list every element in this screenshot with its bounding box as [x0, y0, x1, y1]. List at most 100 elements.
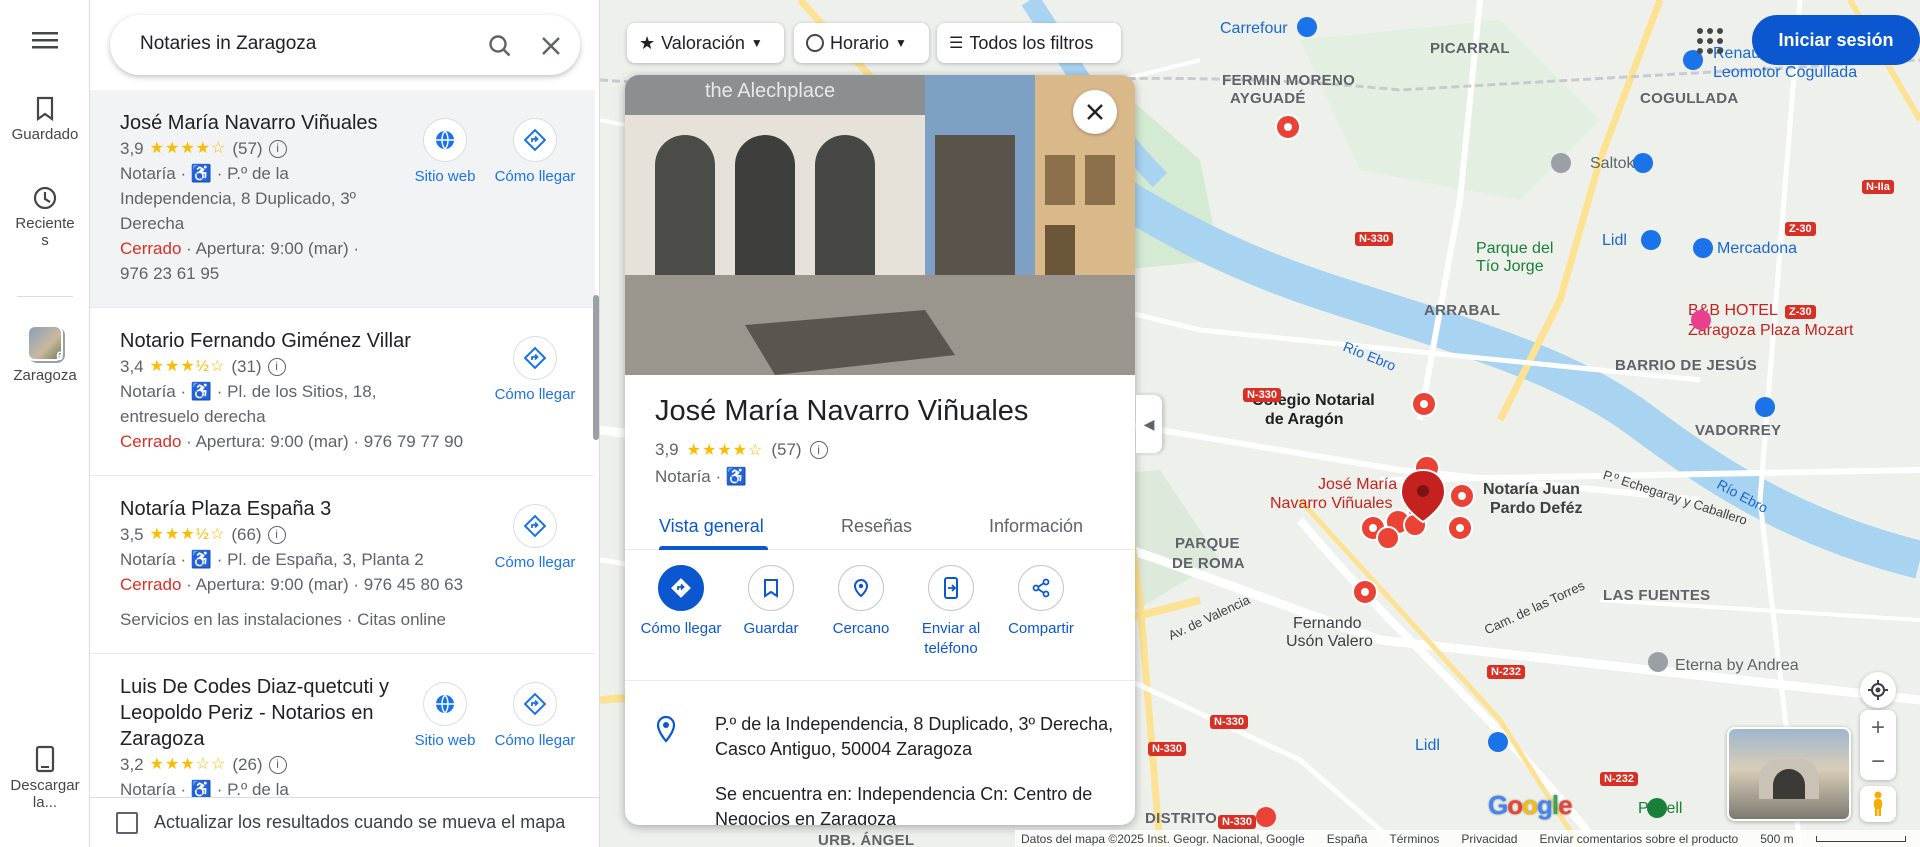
- result-name[interactable]: Notaría Plaza España 3: [120, 496, 390, 522]
- hours-filter-label: Horario: [830, 32, 890, 53]
- recent-button[interactable]: Reciente s: [0, 185, 90, 249]
- signin-button[interactable]: Iniciar sesión: [1752, 15, 1920, 65]
- poi-lidl-1[interactable]: Lidl: [1602, 232, 1627, 250]
- poi-saltoki[interactable]: Saltoki: [1590, 155, 1638, 173]
- privacy-link[interactable]: Privacidad: [1461, 832, 1517, 846]
- poi-renault-2[interactable]: Leomotor Cogullada: [1713, 64, 1857, 82]
- nearby-button[interactable]: Cercano: [811, 565, 911, 639]
- result-rating: 3,4: [120, 357, 144, 376]
- directions-button[interactable]: Cómo llegar: [490, 336, 580, 403]
- poi-fernando-2[interactable]: Usón Valero: [1286, 633, 1373, 651]
- tab-reviews[interactable]: Reseñas: [841, 516, 912, 537]
- download-app-button[interactable]: Descargar la...: [0, 745, 90, 811]
- poi-jose-1[interactable]: José María: [1318, 476, 1397, 494]
- search-input[interactable]: [140, 33, 440, 55]
- road-sign: Z-30: [1785, 305, 1816, 319]
- place-rating: 3,9: [655, 440, 679, 459]
- website-button[interactable]: Sitio web: [400, 118, 490, 185]
- update-checkbox[interactable]: [116, 811, 138, 834]
- place-review-count[interactable]: (57): [771, 440, 801, 460]
- poi-pardo-2[interactable]: Pardo Deféz: [1490, 500, 1582, 518]
- tab-about[interactable]: Información: [989, 516, 1083, 537]
- result-name[interactable]: Notario Fernando Giménez Villar: [120, 328, 450, 354]
- info-icon[interactable]: i: [809, 441, 828, 459]
- result-name[interactable]: José María Navarro Viñuales: [120, 110, 420, 136]
- place-photo[interactable]: the Alechplace: [625, 75, 1135, 375]
- map-label-cogullada: COGULLADA: [1640, 90, 1739, 107]
- poi-colegio-2[interactable]: de Aragón: [1265, 411, 1344, 429]
- poi-parque-tio-2[interactable]: Tío Jorge: [1476, 258, 1544, 276]
- recent-label-2: s: [41, 232, 49, 249]
- poi-lidl-2[interactable]: Lidl: [1415, 737, 1440, 755]
- result-services: Servicios en las instalaciones · Citas o…: [120, 610, 446, 629]
- tune-icon: ☰: [949, 35, 964, 52]
- map-label-arrabal: ARRABAL: [1424, 302, 1501, 319]
- place-address[interactable]: P.º de la Independencia, 8 Duplicado, 3º…: [715, 712, 1115, 762]
- info-icon[interactable]: i: [268, 755, 287, 774]
- map-label-distrito: DISTRITO: [1145, 810, 1218, 827]
- results-scrollbar[interactable]: [593, 295, 599, 440]
- directions-button[interactable]: Cómo llegar: [490, 504, 580, 571]
- zaragoza-label: Zaragoza: [13, 367, 77, 384]
- zoom-out-button[interactable]: −: [1871, 748, 1885, 776]
- info-icon[interactable]: i: [268, 139, 287, 158]
- poi-pardo-1[interactable]: Notaría Juan: [1483, 481, 1580, 499]
- directions-button[interactable]: Cómo llegar: [490, 682, 580, 749]
- result-item[interactable]: Notaría Plaza España 3 3,5 ★★★½☆ (66) i …: [90, 476, 595, 654]
- rating-filter-label: Valoración: [661, 32, 745, 53]
- share-button[interactable]: Compartir: [991, 565, 1091, 639]
- menu-button[interactable]: [0, 30, 90, 54]
- close-card-button[interactable]: [1073, 90, 1117, 134]
- tab-indicator: [659, 546, 768, 550]
- poi-bb-hotel-2[interactable]: Zaragoza Plaza Mozart: [1688, 322, 1853, 340]
- result-item[interactable]: Notario Fernando Giménez Villar 3,4 ★★★½…: [90, 308, 595, 476]
- close-icon[interactable]: [540, 35, 562, 57]
- rating-filter-chip[interactable]: ★ Valoración ▼: [627, 23, 784, 63]
- tab-overview[interactable]: Vista general: [659, 516, 764, 537]
- poi-eterna[interactable]: Eterna by Andrea: [1675, 657, 1799, 675]
- poi-mercadona[interactable]: Mercadona: [1717, 240, 1797, 258]
- place-tabs: Vista general Reseñas Información: [625, 500, 1135, 550]
- card-divider: [625, 680, 1135, 681]
- directions-button[interactable]: Cómo llegar: [631, 565, 731, 639]
- directions-label: Cómo llegar: [640, 620, 722, 637]
- pegman-button[interactable]: [1860, 786, 1896, 822]
- result-phone: 976 23 61 95: [120, 264, 220, 283]
- result-review-count: (66): [231, 525, 262, 544]
- scale-label[interactable]: 500 m: [1760, 832, 1793, 846]
- poi-pabellon[interactable]: Pabell: [1638, 800, 1682, 818]
- place-located-in[interactable]: Se encuentra en: Independencia Cn: Centr…: [715, 782, 1115, 825]
- country-link[interactable]: España: [1327, 832, 1368, 846]
- my-location-button[interactable]: [1860, 672, 1896, 708]
- website-button[interactable]: Sitio web: [400, 682, 490, 749]
- recent-zaragoza-button[interactable]: 6 Zaragoza: [0, 325, 90, 384]
- map-label-picarral: PICARRAL: [1430, 40, 1510, 57]
- road-sign: N-330: [1218, 815, 1256, 829]
- poi-bb-hotel-1[interactable]: B&B HOTEL: [1688, 302, 1778, 320]
- search-icon[interactable]: [487, 33, 513, 59]
- send-to-phone-button[interactable]: Enviar al teléfono: [901, 565, 1001, 659]
- map-label-parque-roma-2: DE ROMA: [1172, 555, 1245, 572]
- result-item[interactable]: José María Navarro Viñuales 3,9 ★★★★☆ (5…: [90, 90, 595, 308]
- website-label: Sitio web: [414, 732, 476, 749]
- terms-link[interactable]: Términos: [1389, 832, 1439, 846]
- apps-grid-icon[interactable]: [1697, 28, 1723, 54]
- poi-parque-tio-1[interactable]: Parque del: [1476, 240, 1553, 258]
- info-icon[interactable]: i: [267, 525, 286, 544]
- feedback-link[interactable]: Enviar comentarios sobre el producto: [1539, 832, 1738, 846]
- zoom-in-button[interactable]: +: [1871, 714, 1885, 742]
- poi-fernando-1[interactable]: Fernando: [1293, 615, 1362, 633]
- place-type[interactable]: Notaría: [655, 467, 711, 486]
- save-button[interactable]: Guardar: [721, 565, 821, 639]
- save-label: Guardar: [743, 620, 799, 637]
- result-name[interactable]: Luis De Codes Diaz-quetcuti y Leopoldo P…: [120, 674, 390, 752]
- collapse-panel-button[interactable]: ◀: [1136, 395, 1162, 453]
- info-icon[interactable]: i: [267, 357, 286, 376]
- poi-carrefour[interactable]: Carrefour: [1220, 20, 1288, 38]
- directions-button[interactable]: Cómo llegar: [490, 118, 580, 185]
- poi-jose-2[interactable]: Navarro Viñuales: [1270, 495, 1392, 513]
- saved-button[interactable]: Guardado: [0, 96, 90, 143]
- street-view-thumbnail[interactable]: [1727, 727, 1851, 821]
- hours-filter-chip[interactable]: Horario ▼: [794, 23, 929, 63]
- all-filters-chip[interactable]: ☰ Todos los filtros: [937, 23, 1121, 63]
